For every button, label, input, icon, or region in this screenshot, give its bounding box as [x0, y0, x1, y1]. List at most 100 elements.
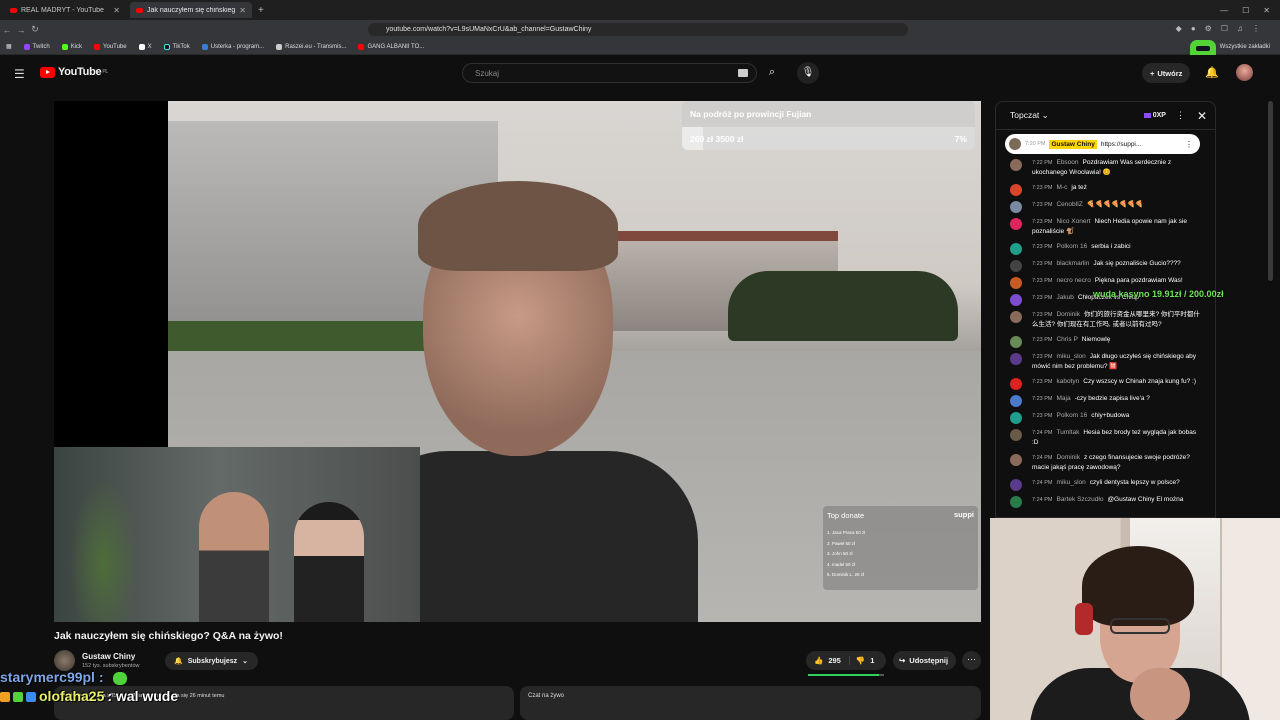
keyboard-icon[interactable]	[738, 69, 748, 77]
apps-grid-icon[interactable]: ▦	[6, 43, 12, 50]
account-avatar[interactable]	[1236, 64, 1253, 81]
bookmark-usterka[interactable]: Usterka - program...	[201, 43, 264, 50]
avatar	[1010, 218, 1022, 230]
chat-message[interactable]: 7:23 PM Polkom 16 serbia i zabici	[996, 240, 1215, 257]
message-author: Ebsoon	[1056, 159, 1079, 166]
more-actions-button[interactable]: ⋯	[962, 651, 981, 670]
bookmark-kick[interactable]: Kick	[61, 43, 82, 50]
chat-message[interactable]: 7:24 PM Tumltak Hesia bez brody też wygląd…	[996, 426, 1215, 451]
extension-icon[interactable]: ◆	[1176, 24, 1182, 33]
chat-message[interactable]: 7:23 PM Polkom 16 chiy+budowa	[996, 409, 1215, 426]
goal-percent: 7%	[954, 134, 967, 144]
browser-tab-bar: REAL MADRYT - YouTube ✕ Jak nauczyłem si…	[0, 0, 1280, 20]
frog-emote-icon	[113, 671, 128, 685]
share-button[interactable]: ↪ Udostępnij	[893, 651, 956, 670]
avatar	[1010, 395, 1022, 407]
chat-message[interactable]: 7:23 PM Chris P Niemowlę	[996, 333, 1215, 350]
top-donate-widget: Top donate suppi 1. Jaca Praca 50 zł 2. …	[823, 506, 978, 590]
extension-icon[interactable]: ⚙	[1205, 24, 1212, 33]
voice-search-icon[interactable]: 🎙	[797, 62, 819, 84]
chat-message[interactable]: 7:23 PM M-c ja też	[996, 181, 1215, 198]
list-item: 3. John 50 zł	[827, 551, 853, 556]
page-scrollbar[interactable]	[1268, 101, 1273, 281]
message-author: Dominik	[1056, 311, 1080, 318]
webcam-inset	[54, 447, 420, 622]
forward-icon[interactable]: →	[14, 25, 28, 35]
video-trees	[728, 271, 958, 341]
chat-message[interactable]: 7:23 PM kabotyn Czy wszscy w Chinah znaja …	[996, 375, 1215, 392]
bookmark-twitch[interactable]: Twitch	[23, 43, 50, 50]
browser-tab-active[interactable]: Jak nauczyłem się chińskiego? Q&A na żyw…	[130, 2, 252, 18]
channel-name[interactable]: Gustaw Chiny	[82, 652, 135, 661]
search-button[interactable]: ⌕	[757, 63, 787, 83]
create-button[interactable]: + Utwórz	[1142, 63, 1191, 83]
chat-message[interactable]: 7:23 PM Dominik 你们的旅行资金从哪里来? 你们平时都什么生活? 你们…	[996, 308, 1215, 333]
chat-mode-dropdown[interactable]: Topczat ⌄	[1010, 110, 1049, 121]
pinned-menu-icon[interactable]: ⋮	[1185, 140, 1193, 149]
bookmark-x[interactable]: X	[138, 43, 152, 50]
badge-icon	[0, 691, 10, 702]
youtube-play-icon	[40, 66, 55, 78]
search-input[interactable]: Szukaj	[462, 63, 757, 83]
chat-message[interactable]: 7:23 PM CenoblIZ 🍕🍕🍕🍕🍕🍕🍕	[996, 198, 1215, 215]
maximize-icon[interactable]: ☐	[1242, 6, 1249, 15]
chat-message[interactable]: 7:22 PM Ebsoon Pozdrawiam Was serdecznie z…	[996, 156, 1215, 181]
live-chat-box[interactable]: Czat na żywo	[520, 686, 981, 720]
chat-message[interactable]: 7:24 PM Dominik z czego finansujecie swoje…	[996, 451, 1215, 476]
twitch-icon	[23, 43, 30, 50]
message-time: 7:23 PM	[1032, 337, 1053, 343]
menu-dots-icon[interactable]: ⋮	[1252, 24, 1260, 33]
close-tab-icon[interactable]: ✕	[239, 6, 246, 15]
extension-icons: ◆ ● ⚙ ☐ ♫ ⋮	[1176, 24, 1260, 33]
extension-icon[interactable]: ☐	[1221, 24, 1228, 33]
chat-message[interactable]: 7:24 PM Bartek Szczudło @Gustaw Chiny El m…	[996, 493, 1215, 510]
all-bookmarks[interactable]: Wszystkie zakładki	[1220, 44, 1280, 50]
overlay-chat-text: : wal wude	[107, 688, 179, 704]
notifications-bell-icon[interactable]: 🔔	[1205, 66, 1219, 79]
avatar	[1010, 378, 1022, 390]
bookmark-youtube[interactable]: YouTube	[94, 43, 127, 50]
cam-hand	[1130, 668, 1190, 720]
bookmark-tiktok[interactable]: TikTok	[163, 43, 190, 50]
youtube-logo[interactable]: YouTube PL	[40, 66, 108, 78]
cam-hair	[1082, 546, 1194, 626]
chat-message[interactable]: 7:24 PM miku_slon czyli dentysta lepszy w …	[996, 476, 1215, 493]
message-author: miku_slon	[1056, 353, 1086, 360]
minimize-icon[interactable]: —	[1220, 6, 1228, 15]
chat-message[interactable]: 7:23 PM Nico Xonert Niech Hedia opowie nam…	[996, 215, 1215, 240]
bookmark-gang-albanii[interactable]: GANG ALBANII TO...	[358, 43, 424, 50]
video-player[interactable]: Na podróż po prowincji Fujian 260 zł 350…	[54, 101, 981, 622]
like-button[interactable]: 👍 295	[806, 656, 850, 665]
overlay-chat-line: olofaha25 : wal wude	[0, 687, 420, 706]
message-time: 7:23 PM	[1032, 244, 1053, 250]
avatar	[1010, 454, 1022, 466]
message-text: Czy wszscy w Chinah znaja kung fu? :)	[1083, 378, 1196, 385]
overlay-chat-user: starymerc99pl	[0, 669, 95, 685]
message-author: Polkom 16	[1056, 243, 1088, 250]
pinned-message[interactable]: 7:20 PM Gustaw Chiny https://suppi... ⋮	[1005, 134, 1200, 154]
message-author: CenoblIZ	[1056, 201, 1083, 208]
hamburger-menu-icon[interactable]: ☰	[14, 67, 25, 81]
xp-badge[interactable]: 0XP	[1143, 112, 1166, 119]
bookmark-raszei[interactable]: Raszei.eu - Transmis...	[276, 43, 346, 50]
message-author: Nico Xonert	[1056, 218, 1091, 225]
chat-message[interactable]: 7:23 PM Maja -czy bedzie zapisa live'a ?	[996, 392, 1215, 409]
close-window-icon[interactable]: ✕	[1263, 6, 1270, 15]
message-time: 7:22 PM	[1032, 160, 1053, 166]
extension-icon[interactable]: ●	[1191, 24, 1196, 33]
new-tab-icon[interactable]: +	[258, 5, 264, 16]
chat-menu-icon[interactable]: ⋮	[1176, 110, 1185, 121]
like-ratio-bar	[808, 674, 884, 676]
music-icon[interactable]: ♫	[1237, 24, 1243, 33]
window-controls: — ☐ ✕	[1220, 6, 1280, 15]
close-chat-icon[interactable]: ✕	[1197, 109, 1207, 123]
browser-tab[interactable]: REAL MADRYT - YouTube ✕	[4, 2, 126, 18]
reload-icon[interactable]: ↻	[28, 24, 42, 35]
close-tab-icon[interactable]: ✕	[113, 6, 120, 15]
url-field[interactable]: youtube.com/watch?v=L9sUMaNxCrU&ab_chann…	[368, 23, 908, 36]
message-time: 7:23 PM	[1032, 278, 1053, 284]
dislike-button[interactable]: 👎 1	[850, 656, 881, 665]
chat-message[interactable]: 7:23 PM miku_slon Jak długo uczyłeś się ch…	[996, 350, 1215, 375]
back-icon[interactable]: ←	[0, 25, 14, 35]
chat-message[interactable]: 7:23 PM blackmarlin Jak się poznaliście Gu…	[996, 257, 1215, 274]
